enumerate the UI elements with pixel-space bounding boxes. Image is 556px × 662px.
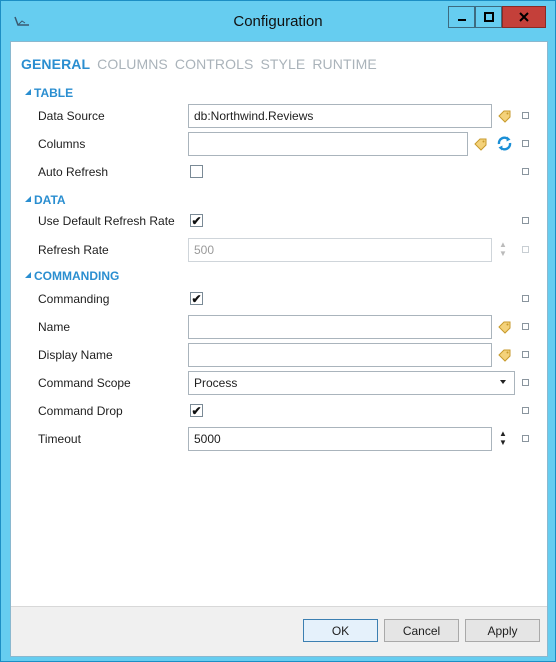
- option-marker[interactable]: [522, 168, 529, 175]
- refresh-icon[interactable]: [496, 135, 513, 152]
- spin-down-icon[interactable]: ▼: [498, 249, 508, 258]
- command-drop-checkbox[interactable]: ✔: [190, 404, 203, 417]
- timeout-label: Timeout: [38, 432, 81, 446]
- row-command-drop: Command Drop ✔: [11, 398, 547, 424]
- timeout-spinner[interactable]: ▲ ▼: [498, 429, 508, 449]
- section-commanding-header[interactable]: COMMANDING: [25, 269, 119, 283]
- option-marker[interactable]: [522, 112, 529, 119]
- option-marker[interactable]: [522, 407, 529, 414]
- refresh-rate-spinner[interactable]: ▲ ▼: [498, 240, 508, 260]
- apply-button[interactable]: Apply: [465, 619, 540, 642]
- tab-columns[interactable]: COLUMNS: [97, 56, 168, 72]
- command-drop-label: Command Drop: [38, 404, 123, 418]
- option-marker[interactable]: [522, 217, 529, 224]
- title-bar[interactable]: Configuration: [1, 1, 555, 41]
- row-use-default-refresh-rate: Use Default Refresh Rate ✔: [11, 208, 547, 234]
- refresh-rate-label: Refresh Rate: [38, 243, 109, 257]
- display-name-field[interactable]: [188, 343, 492, 367]
- option-marker[interactable]: [522, 140, 529, 147]
- data-source-field[interactable]: db:Northwind.Reviews: [188, 104, 492, 128]
- refresh-rate-field[interactable]: 500: [188, 238, 492, 262]
- option-marker[interactable]: [522, 246, 529, 253]
- button-bar: OK Cancel Apply: [11, 606, 547, 656]
- tag-icon[interactable]: [498, 348, 512, 362]
- minimize-icon: [457, 19, 466, 21]
- data-source-label: Data Source: [38, 109, 105, 123]
- command-scope-label: Command Scope: [38, 376, 131, 390]
- row-data-source: Data Source db:Northwind.Reviews: [11, 103, 547, 129]
- commanding-label: Commanding: [38, 292, 110, 306]
- spin-up-icon[interactable]: ▲: [498, 240, 508, 249]
- row-name: Name: [11, 314, 547, 340]
- tab-runtime[interactable]: RUNTIME: [312, 56, 376, 72]
- row-command-scope: Command Scope Process: [11, 370, 547, 396]
- section-data-header[interactable]: DATA: [25, 193, 66, 207]
- row-commanding: Commanding ✔: [11, 286, 547, 312]
- close-icon: [519, 12, 529, 22]
- maximize-button[interactable]: [475, 6, 502, 28]
- cancel-button[interactable]: Cancel: [384, 619, 459, 642]
- auto-refresh-checkbox[interactable]: [190, 165, 203, 178]
- display-name-label: Display Name: [38, 348, 113, 362]
- spin-up-icon[interactable]: ▲: [498, 429, 508, 438]
- section-table-header[interactable]: TABLE: [25, 86, 73, 100]
- command-scope-value: Process: [194, 376, 238, 390]
- name-label: Name: [38, 320, 71, 334]
- spin-down-icon[interactable]: ▼: [498, 438, 508, 447]
- maximize-icon: [483, 12, 494, 22]
- section-title: COMMANDING: [34, 269, 120, 283]
- chevron-down-icon[interactable]: [500, 380, 506, 384]
- tag-icon[interactable]: [498, 109, 512, 123]
- use-default-refresh-rate-checkbox[interactable]: ✔: [190, 214, 203, 227]
- row-timeout: Timeout 5000 ▲ ▼: [11, 426, 547, 452]
- tab-general[interactable]: GENERAL: [21, 56, 90, 72]
- ok-button[interactable]: OK: [303, 619, 378, 642]
- auto-refresh-label: Auto Refresh: [38, 165, 109, 179]
- collapse-icon: [25, 89, 31, 95]
- configuration-window: Configuration GENERAL COLUMNS CONTROLS S…: [0, 0, 556, 662]
- minimize-button[interactable]: [448, 6, 475, 28]
- collapse-icon: [25, 196, 31, 202]
- row-columns: Columns: [11, 131, 547, 157]
- option-marker[interactable]: [522, 295, 529, 302]
- tab-style[interactable]: STYLE: [260, 56, 305, 72]
- section-title: TABLE: [34, 86, 74, 100]
- option-marker[interactable]: [522, 435, 529, 442]
- tag-icon[interactable]: [498, 320, 512, 334]
- use-default-refresh-rate-label: Use Default Refresh Rate: [38, 214, 175, 228]
- tab-controls[interactable]: CONTROLS: [175, 56, 254, 72]
- tab-bar: GENERAL COLUMNS CONTROLS STYLE RUNTIME: [21, 56, 377, 72]
- dialog-body: GENERAL COLUMNS CONTROLS STYLE RUNTIME T…: [10, 41, 548, 657]
- option-marker[interactable]: [522, 351, 529, 358]
- tag-icon[interactable]: [474, 137, 488, 151]
- row-display-name: Display Name: [11, 342, 547, 368]
- name-field[interactable]: [188, 315, 492, 339]
- columns-field[interactable]: [188, 132, 468, 156]
- option-marker[interactable]: [522, 379, 529, 386]
- section-title: DATA: [34, 193, 66, 207]
- command-scope-select[interactable]: Process: [188, 371, 515, 395]
- close-button[interactable]: [502, 6, 546, 28]
- row-refresh-rate: Refresh Rate 500 ▲ ▼: [11, 237, 547, 263]
- collapse-icon: [25, 272, 31, 278]
- timeout-field[interactable]: 5000: [188, 427, 492, 451]
- commanding-checkbox[interactable]: ✔: [190, 292, 203, 305]
- option-marker[interactable]: [522, 323, 529, 330]
- columns-label: Columns: [38, 137, 86, 151]
- row-auto-refresh: Auto Refresh: [11, 159, 547, 185]
